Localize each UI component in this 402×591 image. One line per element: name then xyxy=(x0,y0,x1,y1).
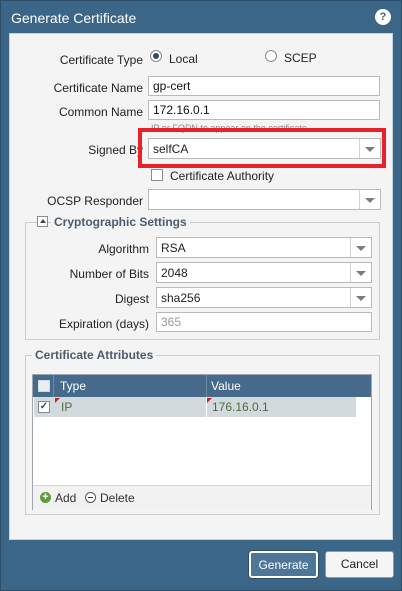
grid-footer: + Add Delete xyxy=(33,485,371,510)
ocsp-responder-select[interactable] xyxy=(148,189,381,210)
add-icon[interactable]: + xyxy=(40,492,51,503)
table-row[interactable]: ✓ IP 176.16.0.1 xyxy=(34,397,356,417)
common-name-input[interactable]: 172.16.0.1 xyxy=(148,100,380,120)
radio-local-label: Local xyxy=(169,52,198,66)
delete-button[interactable]: Delete xyxy=(100,491,135,505)
signed-by-label: Signed By xyxy=(88,143,143,157)
radio-local[interactable] xyxy=(150,50,162,62)
certificate-authority-label: Certificate Authority xyxy=(170,169,275,183)
column-type[interactable]: Type xyxy=(60,379,86,393)
add-button[interactable]: Add xyxy=(55,491,76,505)
chevron-down-icon[interactable] xyxy=(359,190,380,209)
digest-select[interactable]: sha256 xyxy=(156,287,372,308)
number-of-bits-label: Number of Bits xyxy=(69,267,149,281)
crypto-legend: Cryptographic Settings xyxy=(51,215,190,229)
certificate-authority-checkbox[interactable] xyxy=(151,169,163,181)
algorithm-value: RSA xyxy=(161,241,186,255)
modified-marker xyxy=(55,398,60,403)
header-divider xyxy=(206,375,207,397)
generate-certificate-dialog: Generate Certificate ? Certificate Type … xyxy=(0,0,402,591)
help-icon[interactable]: ? xyxy=(375,9,391,25)
chevron-down-icon[interactable] xyxy=(350,263,371,282)
grid-header: Type Value xyxy=(33,375,371,397)
common-name-label: Common Name xyxy=(58,105,143,119)
attributes-legend: Certificate Attributes xyxy=(32,348,157,362)
algorithm-select[interactable]: RSA xyxy=(156,237,372,258)
expiration-input[interactable]: 365 xyxy=(156,312,372,332)
header-divider xyxy=(53,375,54,397)
row-type: IP xyxy=(61,400,73,414)
generate-button[interactable]: Generate xyxy=(249,551,318,578)
certificate-name-label: Certificate Name xyxy=(53,81,143,95)
cancel-button[interactable]: Cancel xyxy=(325,551,394,578)
ocsp-responder-label: OCSP Responder xyxy=(47,194,143,208)
row-value: 176.16.0.1 xyxy=(212,400,269,414)
expiration-label: Expiration (days) xyxy=(58,317,149,331)
number-of-bits-value: 2048 xyxy=(161,266,188,280)
row-checkbox[interactable]: ✓ xyxy=(38,401,50,413)
dialog-title: Generate Certificate xyxy=(11,10,137,26)
algorithm-label: Algorithm xyxy=(98,242,149,256)
collapse-icon[interactable] xyxy=(37,216,48,227)
column-value[interactable]: Value xyxy=(211,379,241,393)
chevron-down-icon[interactable] xyxy=(350,238,371,257)
delete-icon[interactable] xyxy=(85,492,96,503)
radio-scep[interactable] xyxy=(265,50,277,62)
certificate-type-label: Certificate Type xyxy=(59,53,143,67)
attributes-grid: Type Value ✓ IP 176.16.0.1 + Add Delete xyxy=(32,374,372,510)
highlight-box xyxy=(138,128,386,168)
select-all-checkbox[interactable] xyxy=(38,380,50,392)
digest-label: Digest xyxy=(114,292,149,306)
chevron-down-icon[interactable] xyxy=(350,288,371,307)
certificate-name-input[interactable]: gp-cert xyxy=(148,76,380,96)
digest-value: sha256 xyxy=(161,291,201,305)
radio-scep-label: SCEP xyxy=(284,51,317,65)
number-of-bits-select[interactable]: 2048 xyxy=(156,262,372,283)
